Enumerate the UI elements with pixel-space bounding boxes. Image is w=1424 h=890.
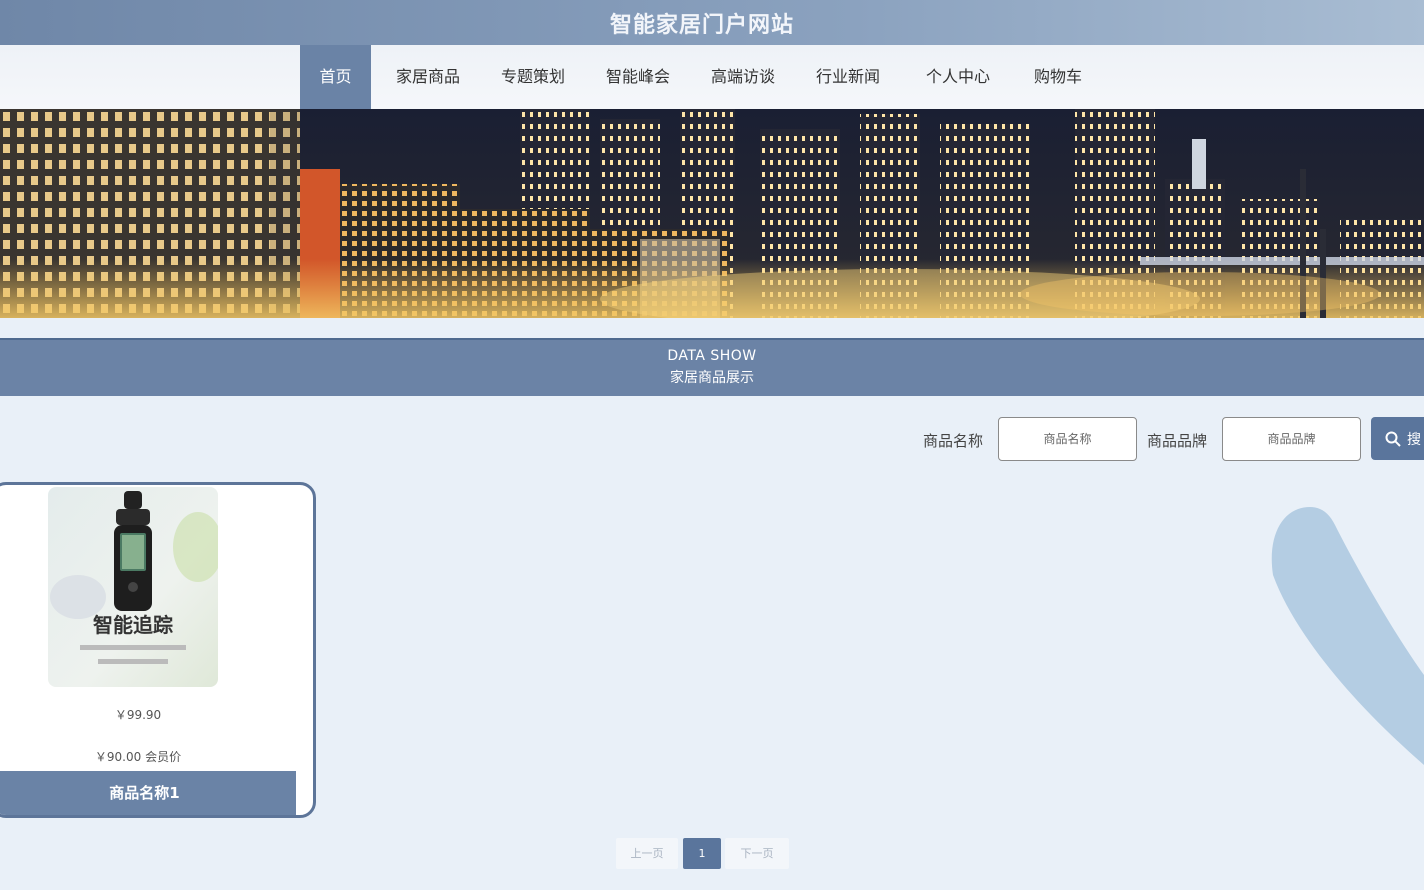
pagination-page-1[interactable]: 1 (683, 838, 721, 869)
city-night-image (0, 109, 1424, 318)
product-price: ￥99.90 (114, 708, 162, 722)
nav-item-products[interactable]: 家居商品 (385, 45, 471, 109)
product-name-label: 商品名称 (923, 432, 984, 450)
section-title-cn: 家居商品展示 (670, 370, 754, 386)
product-card[interactable]: 智能追踪 ￥99.90 ￥90.00 会员价 商品名称1 (0, 482, 316, 818)
section-header: DATA SHOW 家居商品展示 (0, 338, 1424, 396)
product-brand-input[interactable] (1222, 417, 1361, 461)
pagination-next-button[interactable]: 下一页 (725, 838, 789, 869)
nav-item-interviews[interactable]: 高端访谈 (700, 45, 786, 109)
nav-item-user-center[interactable]: 个人中心 (915, 45, 1001, 109)
nav-item-home[interactable]: 首页 (300, 45, 371, 109)
product-image: 智能追踪 (48, 487, 218, 687)
hero-banner (0, 109, 1424, 318)
section-title-en: DATA SHOW (667, 348, 757, 364)
product-member-price: ￥90.00 会员价 (94, 750, 182, 764)
product-name-input[interactable] (998, 417, 1137, 461)
nav-item-topics[interactable]: 专题策划 (490, 45, 576, 109)
nav-item-cart[interactable]: 购物车 (1022, 45, 1094, 109)
product-name[interactable]: 商品名称1 (0, 771, 296, 815)
pagination-prev-button[interactable]: 上一页 (616, 838, 678, 869)
decorative-stroke (1271, 507, 1424, 765)
main-nav: 首页 家居商品 专题策划 智能峰会 高端访谈 行业新闻 个人中心 购物车 (0, 45, 1424, 109)
nav-item-summit[interactable]: 智能峰会 (595, 45, 681, 109)
product-brand-label: 商品品牌 (1147, 432, 1208, 450)
title-bar: 智能家居门户网站 (0, 0, 1424, 45)
search-icon (1385, 431, 1401, 447)
search-button-label: 搜 (1407, 430, 1421, 447)
product-image-title: 智能追踪 (93, 613, 173, 637)
search-button[interactable]: 搜 (1371, 417, 1424, 460)
site-title: 智能家居门户网站 (609, 12, 794, 38)
nav-item-news[interactable]: 行业新闻 (805, 45, 891, 109)
